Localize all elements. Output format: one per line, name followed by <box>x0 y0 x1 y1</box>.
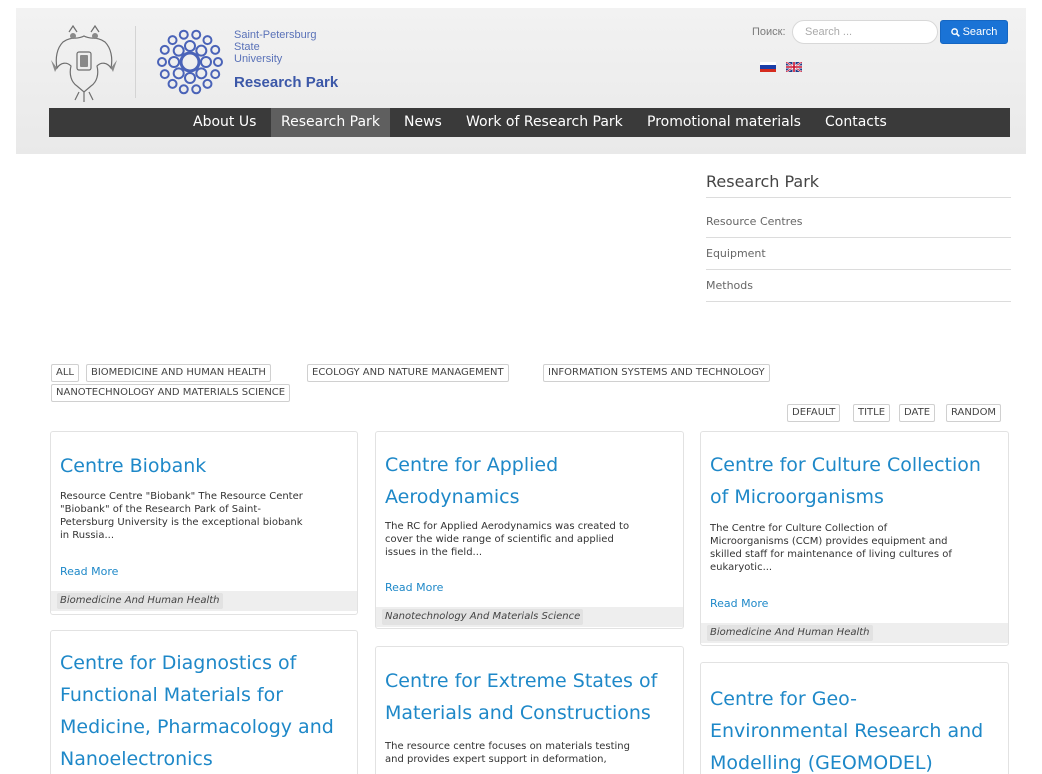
search-label: Поиск: <box>752 26 786 38</box>
card-title-line: Centre for Applied <box>385 454 559 476</box>
nav-item-research-park[interactable]: Research Park <box>271 108 390 137</box>
filter-all[interactable]: ALL <box>51 364 79 382</box>
sidebar-divider <box>706 197 1011 198</box>
search-icon <box>950 27 960 37</box>
card-text-line: Petersburg University is the exceptional… <box>60 517 303 528</box>
read-more-link[interactable]: Read More <box>385 581 443 594</box>
filter-information-systems[interactable]: INFORMATION SYSTEMS AND TECHNOLOGY <box>543 364 770 382</box>
card-text-line: The Centre for Culture Collection of <box>710 523 888 534</box>
main-nav: About Us Research Park News Work of Rese… <box>49 108 1010 137</box>
sidebar-title: Research Park <box>706 172 820 191</box>
search-button-label: Search <box>962 26 998 38</box>
card-text-line: eukaryotic... <box>710 562 773 573</box>
card-text-line: cover the wide range of scientific and a… <box>385 534 614 545</box>
card-title-line: Functional Materials for <box>60 684 284 706</box>
card-tag-bar: Biomedicine And Human Health <box>701 623 1008 643</box>
card-text-line: and provides expert support in deformati… <box>385 754 607 765</box>
card-title-line: Centre Biobank <box>60 455 207 477</box>
logo-university-text: Saint-Petersburg State University <box>234 29 317 65</box>
resource-centre-card: Centre for Applied Aerodynamics The RC f… <box>375 431 684 629</box>
uk-flag-icon[interactable] <box>786 62 802 72</box>
filter-biomedicine[interactable]: BIOMEDICINE AND HUMAN HEALTH <box>86 364 271 382</box>
card-title-line: Centre for Diagnostics of <box>60 652 297 674</box>
card-text-line: "Biobank" of the Research Park of Saint- <box>60 504 261 515</box>
card-title-line: of Microorganisms <box>710 486 884 508</box>
card-title-line: Centre for Culture Collection <box>710 454 981 476</box>
sort-date[interactable]: DATE <box>899 404 936 422</box>
card-text-line: Microorganisms (CCM) provides equipment … <box>710 536 948 547</box>
sort-default[interactable]: DEFAULT <box>787 404 841 422</box>
card-text-line: in Russia... <box>60 530 114 541</box>
card-text-line: Resource Centre "Biobank" The Resource C… <box>60 491 303 502</box>
filter-nanotechnology[interactable]: NANOTECHNOLOGY AND MATERIALS SCIENCE <box>51 384 291 402</box>
nav-item-work-of-research-park[interactable]: Work of Research Park <box>456 108 633 137</box>
resource-centre-card: Centre Biobank Resource Centre "Biobank"… <box>50 431 358 615</box>
nav-item-contacts[interactable]: Contacts <box>815 108 897 137</box>
card-title-line: Medicine, Pharmacology and <box>60 716 334 738</box>
resource-centre-card: Centre for Extreme States of Materials a… <box>375 646 684 774</box>
read-more-link[interactable]: Read More <box>710 597 768 610</box>
sort-random[interactable]: RANDOM <box>946 404 1002 422</box>
logo-line: State <box>234 41 260 53</box>
search-input[interactable] <box>792 20 938 44</box>
card-tag-bar: Biomedicine And Human Health <box>51 591 357 611</box>
card-title[interactable]: Centre for Culture Collection of Microor… <box>710 449 998 513</box>
card-title-line: Nanoelectronics <box>60 748 213 770</box>
logo-line: University <box>234 53 283 65</box>
card-title-line: Aerodynamics <box>385 486 520 508</box>
nav-item-about-us[interactable]: About Us <box>183 108 266 137</box>
search-button[interactable]: Search <box>940 20 1008 44</box>
card-title[interactable]: Centre for Geo- Environmental Research a… <box>710 683 998 774</box>
category-tag[interactable]: Biomedicine And Human Health <box>707 625 873 641</box>
card-title-line: Environmental Research and <box>710 720 984 742</box>
sidebar-divider <box>706 269 1011 270</box>
sidebar-divider <box>706 237 1011 238</box>
card-title-line: Centre for Extreme States of <box>385 670 658 692</box>
resource-centre-card: Centre for Diagnostics of Functional Mat… <box>50 630 358 774</box>
card-text-line: The resource centre focuses on materials… <box>385 741 630 752</box>
card-tag-bar: Nanotechnology And Materials Science <box>376 607 683 627</box>
card-description: The resource centre focuses on materials… <box>385 740 669 766</box>
card-title-line: Centre for Geo- <box>710 688 857 710</box>
nav-item-promotional-materials[interactable]: Promotional materials <box>637 108 811 137</box>
sidebar-item-equipment[interactable]: Equipment <box>706 247 766 260</box>
card-title-line: Materials and Constructions <box>385 702 651 724</box>
card-text-line: skilled staff for maintenance of living … <box>710 549 952 560</box>
logo-title: Research Park <box>234 74 339 91</box>
card-text-line: issues in the field... <box>385 547 483 558</box>
card-title[interactable]: Centre for Applied Aerodynamics <box>385 449 673 513</box>
card-title[interactable]: Centre for Diagnostics of Functional Mat… <box>60 647 347 774</box>
card-title-line: Modelling (GEOMODEL) <box>710 752 933 774</box>
card-description: The Centre for Culture Collection of Mic… <box>710 522 994 574</box>
category-tag[interactable]: Biomedicine And Human Health <box>57 593 223 609</box>
sidebar-item-methods[interactable]: Methods <box>706 279 753 292</box>
research-park-logo-icon[interactable] <box>150 24 230 100</box>
card-description: The RC for Applied Aerodynamics was crea… <box>385 520 669 559</box>
logo-line: Saint-Petersburg <box>234 29 317 41</box>
card-title[interactable]: Centre for Extreme States of Materials a… <box>385 665 673 729</box>
card-title[interactable]: Centre Biobank <box>60 450 347 482</box>
category-tag[interactable]: Nanotechnology And Materials Science <box>382 609 584 625</box>
read-more-link[interactable]: Read More <box>60 565 118 578</box>
card-description: Resource Centre "Biobank" The Resource C… <box>60 490 343 542</box>
logo-divider <box>135 26 136 98</box>
sidebar-divider <box>706 301 1011 302</box>
filter-ecology[interactable]: ECOLOGY AND NATURE MANAGEMENT <box>307 364 509 382</box>
card-text-line: The RC for Applied Aerodynamics was crea… <box>385 521 630 532</box>
sidebar-item-resource-centres[interactable]: Resource Centres <box>706 215 802 228</box>
spbu-emblem-icon[interactable] <box>49 22 119 104</box>
resource-centre-card: Centre for Culture Collection of Microor… <box>700 431 1009 646</box>
nav-item-news[interactable]: News <box>394 108 452 137</box>
russian-flag-icon[interactable] <box>760 62 776 72</box>
sort-title[interactable]: TITLE <box>853 404 891 422</box>
resource-centre-card: Centre for Geo- Environmental Research a… <box>700 662 1009 774</box>
